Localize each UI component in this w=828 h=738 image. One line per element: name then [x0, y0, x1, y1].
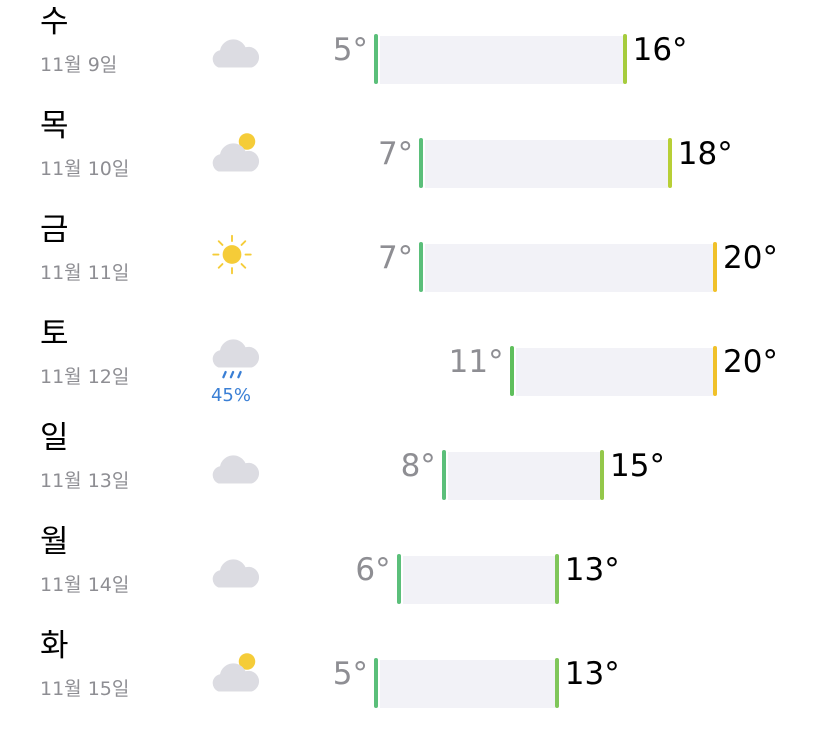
low-temp: 5° [332, 32, 368, 68]
forecast-row[interactable]: 토 11월 12일 45% 11° 20° [0, 316, 828, 420]
high-temp-marker [667, 138, 672, 188]
temp-range-bar [380, 36, 623, 84]
high-temp: 13° [564, 552, 620, 588]
day-label: 월 [40, 524, 69, 560]
day-label: 일 [40, 420, 69, 456]
date-label: 11월 12일 [40, 366, 130, 388]
date-label: 11월 10일 [40, 158, 130, 180]
day-label: 수 [40, 4, 69, 40]
low-temp: 7° [377, 136, 414, 172]
high-temp: 20° [723, 344, 778, 380]
forecast-row[interactable]: 목 11월 10일 7° 18° [0, 108, 828, 212]
low-temp: 11° [448, 344, 504, 380]
high-temp: 18° [677, 136, 733, 172]
date-label: 11월 9일 [40, 54, 118, 76]
temp-range-bar [380, 660, 555, 708]
high-temp-marker [554, 658, 559, 708]
low-temp-marker [509, 346, 514, 396]
low-temp-marker [419, 242, 424, 292]
date-label: 11월 15일 [40, 678, 130, 700]
low-temp-marker [419, 138, 424, 188]
low-temp: 5° [332, 656, 368, 692]
rain-icon [200, 330, 264, 390]
day-label: 토 [40, 316, 69, 352]
date-label: 11월 11일 [40, 262, 130, 284]
low-temp-marker [441, 450, 446, 500]
partly-cloudy-icon [200, 642, 264, 702]
high-temp-marker [554, 554, 559, 604]
forecast-row[interactable]: 화 11월 15일 5° 13° [0, 628, 828, 732]
sun-icon [200, 226, 264, 286]
temp-range-bar [425, 244, 713, 292]
temp-range-bar [447, 452, 600, 500]
high-temp-marker [713, 346, 717, 396]
cloud-icon [200, 18, 264, 78]
temp-range-bar [515, 348, 713, 396]
low-temp-marker [374, 658, 378, 708]
low-temp: 6° [355, 552, 391, 588]
low-temp: 8° [400, 448, 436, 484]
partly-cloudy-icon [200, 122, 264, 182]
high-temp-marker [600, 450, 604, 500]
low-temp-marker [396, 554, 401, 604]
day-label: 목 [40, 108, 69, 144]
date-label: 11월 14일 [40, 574, 130, 596]
high-temp: 13° [564, 656, 620, 692]
high-temp-marker [713, 242, 717, 292]
high-temp-marker [622, 34, 627, 84]
cloud-icon [200, 538, 264, 598]
forecast-row[interactable]: 수 11월 9일 5° 16° [0, 4, 828, 108]
precip-chance: 45% [210, 385, 251, 406]
forecast-row[interactable]: 일 11월 13일 8° 15° [0, 420, 828, 524]
date-label: 11월 13일 [40, 470, 130, 492]
low-temp: 7° [377, 240, 414, 276]
high-temp: 20° [723, 240, 778, 276]
high-temp: 16° [632, 32, 688, 68]
temp-range-bar [425, 140, 668, 188]
high-temp: 15° [610, 448, 665, 484]
low-temp-marker [374, 34, 378, 84]
cloud-icon [200, 434, 264, 494]
forecast-row[interactable]: 월 11월 14일 6° 13° [0, 524, 828, 628]
day-label: 화 [40, 628, 69, 664]
temp-range-bar [402, 556, 555, 604]
forecast-row[interactable]: 금 11월 11일 7° 20° [0, 212, 828, 316]
day-label: 금 [40, 212, 69, 248]
